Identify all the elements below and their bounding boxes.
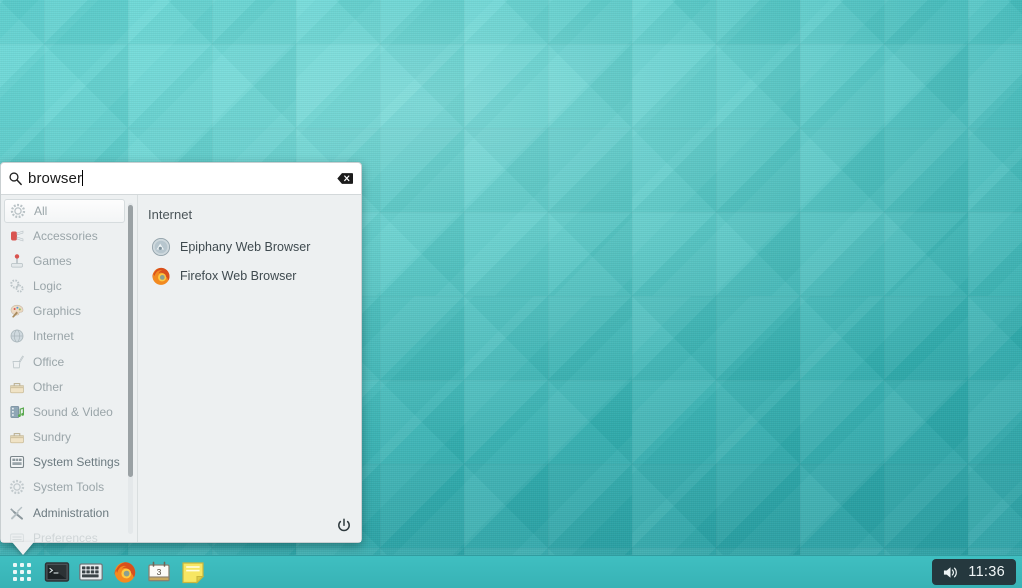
- firefox-icon: [151, 266, 171, 286]
- system-tray[interactable]: 11:36: [932, 559, 1016, 585]
- character-map-icon[interactable]: [78, 560, 104, 584]
- sliders-icon: [9, 530, 25, 542]
- gear-outline-icon: [9, 479, 25, 495]
- list-item-label: Epiphany Web Browser: [180, 240, 310, 254]
- sidebar-item-label: Sound & Video: [33, 406, 113, 418]
- sidebar-item-internet[interactable]: Internet: [1, 324, 137, 349]
- palette-icon: [9, 303, 25, 319]
- taskbar-launchers[interactable]: 3: [44, 560, 206, 584]
- sidebar-item-games[interactable]: Games: [1, 248, 137, 273]
- sidebar-item-label: System Settings: [33, 456, 120, 468]
- category-list[interactable]: All Accessories Games: [1, 195, 138, 542]
- sidebar-item-accessories[interactable]: Accessories: [1, 223, 137, 248]
- clear-backspace-icon[interactable]: [337, 172, 353, 185]
- sidebar-item-sundry[interactable]: Sundry: [1, 425, 137, 450]
- category-scrollbar-thumb[interactable]: [128, 205, 133, 477]
- sidebar-item-logic[interactable]: Logic: [1, 273, 137, 298]
- search-results-panel: Internet Epiphany Web Browser Firefox: [138, 195, 361, 542]
- menu-pointer-tail: [12, 542, 34, 555]
- sidebar-item-label: Other: [33, 381, 63, 393]
- sidebar-item-label: Logic: [33, 280, 62, 292]
- sidebar-item-label: Graphics: [33, 305, 81, 317]
- pen-cup-icon: [9, 354, 25, 370]
- sidebar-item-label: Office: [33, 356, 64, 368]
- gears-icon: [9, 278, 25, 294]
- text-caret: [82, 170, 83, 186]
- firefox-icon[interactable]: [112, 560, 138, 584]
- app-grid-icon[interactable]: [0, 563, 44, 581]
- taskbar[interactable]: 3 11:36: [0, 555, 1022, 588]
- sidebar-item-label: Games: [33, 255, 72, 267]
- sidebar-item-label: Administration: [33, 507, 109, 519]
- gear-outline-icon: [10, 203, 26, 219]
- list-item[interactable]: Epiphany Web Browser: [147, 232, 361, 261]
- search-bar[interactable]: browser: [1, 163, 361, 195]
- app-grid-dots: [13, 563, 31, 581]
- list-item-label: Firefox Web Browser: [180, 269, 296, 283]
- epiphany-globe-icon: [151, 237, 171, 257]
- sidebar-item-administration[interactable]: Administration: [1, 500, 137, 525]
- sidebar-item-system-tools[interactable]: System Tools: [1, 475, 137, 500]
- application-menu[interactable]: browser All Accessories: [0, 162, 362, 543]
- sidebar-item-sound-video[interactable]: Sound & Video: [1, 399, 137, 424]
- result-group-title: Internet: [148, 207, 361, 222]
- clock[interactable]: 11:36: [968, 564, 1005, 580]
- list-item[interactable]: Firefox Web Browser: [147, 261, 361, 290]
- sidebar-item-graphics[interactable]: Graphics: [1, 299, 137, 324]
- svg-text:3: 3: [157, 567, 162, 577]
- globe-icon: [9, 328, 25, 344]
- toolbox-icon: [9, 379, 25, 395]
- calendar-icon[interactable]: 3: [146, 560, 172, 584]
- search-input-wrapper[interactable]: browser: [27, 170, 337, 187]
- power-icon[interactable]: [336, 518, 352, 534]
- sidebar-item-label: Accessories: [33, 230, 98, 242]
- film-note-icon: [9, 404, 25, 420]
- terminal-icon[interactable]: [44, 560, 70, 584]
- sidebar-item-label: System Tools: [33, 481, 104, 493]
- sidebar-item-all[interactable]: All: [4, 199, 125, 223]
- notes-icon[interactable]: [180, 560, 206, 584]
- sidebar-item-system-settings[interactable]: System Settings: [1, 450, 137, 475]
- wrench-screwdriver-icon: [9, 505, 25, 521]
- sidebar-item-label: Preferences: [33, 532, 98, 542]
- sidebar-item-office[interactable]: Office: [1, 349, 137, 374]
- settings-panel-icon: [9, 454, 25, 470]
- volume-icon[interactable]: [942, 565, 959, 580]
- sidebar-item-preferences[interactable]: Preferences: [1, 525, 137, 542]
- sidebar-item-other[interactable]: Other: [1, 374, 137, 399]
- category-scrollbar[interactable]: [128, 203, 133, 534]
- search-input[interactable]: browser: [28, 170, 82, 187]
- search-icon: [8, 171, 23, 186]
- menu-body: All Accessories Games: [1, 195, 361, 542]
- toolbox-icon: [9, 429, 25, 445]
- swiss-knife-icon: [9, 228, 25, 244]
- joystick-icon: [9, 253, 25, 269]
- sidebar-item-label: Internet: [33, 330, 74, 342]
- sidebar-item-label: All: [34, 205, 47, 217]
- sidebar-item-label: Sundry: [33, 431, 71, 443]
